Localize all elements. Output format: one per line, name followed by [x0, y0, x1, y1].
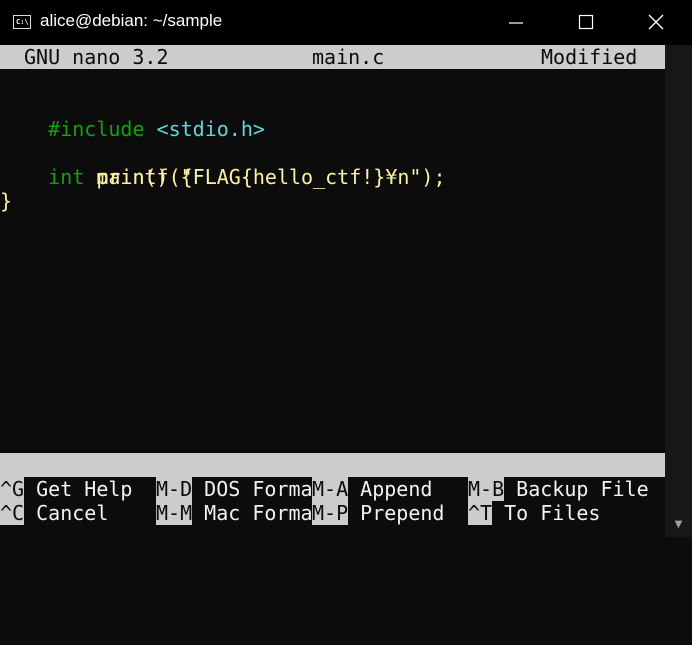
shortcut-key: ^G	[0, 477, 25, 501]
maximize-icon	[578, 14, 594, 30]
shortcut-label: To Files	[492, 501, 601, 525]
terminal-area[interactable]: GNU nano 3.2 main.c Modified #include <s…	[0, 45, 665, 537]
scroll-down-icon[interactable]: ▼	[665, 515, 692, 535]
shortcut-label: DOS Forma	[192, 477, 313, 501]
include-directive: #include	[48, 117, 145, 141]
shortcut-backup-file[interactable]: M-B Backup File	[468, 477, 649, 501]
close-button[interactable]	[633, 0, 679, 45]
shortcuts-row-1: ^G Get Help M-D DOS Forma M-A Append M-B…	[0, 477, 665, 501]
window-titlebar[interactable]: C:\. alice@debian: ~/sample	[0, 0, 692, 45]
include-header: <stdio.h>	[144, 117, 265, 141]
shortcut-get-help[interactable]: ^G Get Help	[0, 477, 132, 501]
shortcut-label: Get Help	[24, 477, 133, 501]
shortcut-label: Cancel	[24, 501, 109, 525]
shortcut-label: Mac Forma	[192, 501, 313, 525]
shortcut-label: Append	[348, 477, 433, 501]
vertical-scrollbar[interactable]: ▼	[665, 45, 692, 537]
shortcut-key: M-M	[156, 501, 193, 525]
maximize-button[interactable]	[563, 0, 609, 45]
shortcut-key: M-B	[468, 477, 505, 501]
minimize-icon	[509, 22, 523, 24]
filename-prompt[interactable]: File Name to Write: main.c	[0, 453, 665, 501]
shortcut-label: Prepend	[348, 501, 445, 525]
shortcut-prepend[interactable]: M-P Prepend	[312, 501, 444, 525]
window-title: alice@debian: ~/sample	[40, 11, 223, 30]
shortcut-key: M-A	[312, 477, 349, 501]
shortcut-dos-format[interactable]: M-D DOS Forma	[156, 477, 313, 501]
nano-filename: main.c	[312, 45, 385, 69]
code-line-4[interactable]: printf("FLAG{hello_ctf!}¥n");	[0, 165, 445, 189]
console-icon: C:\.	[13, 15, 31, 29]
shortcut-cancel[interactable]: ^C Cancel	[0, 501, 108, 525]
nano-modified-status: Modified	[541, 45, 638, 69]
shortcut-key: ^T	[468, 501, 493, 525]
shortcut-key: M-D	[156, 477, 193, 501]
nano-title-bar: GNU nano 3.2 main.c Modified	[0, 45, 665, 69]
shortcut-mac-format[interactable]: M-M Mac Forma	[156, 501, 313, 525]
shortcut-to-files[interactable]: ^T To Files	[468, 501, 600, 525]
code-line-5[interactable]: }	[0, 189, 12, 213]
shortcuts-row-2: ^C Cancel M-M Mac Forma M-P Prepend ^T T…	[0, 501, 665, 525]
minimize-button[interactable]	[493, 0, 539, 45]
code-line-1[interactable]: #include <stdio.h>	[0, 93, 265, 141]
shortcut-label: Backup File	[504, 477, 649, 501]
close-icon	[648, 14, 664, 30]
shortcut-key: ^C	[0, 501, 25, 525]
shortcut-append[interactable]: M-A Append	[312, 477, 432, 501]
shortcut-key: M-P	[312, 501, 349, 525]
nano-version: GNU nano 3.2	[24, 45, 169, 69]
code-line-3[interactable]: int main() {	[0, 141, 193, 189]
